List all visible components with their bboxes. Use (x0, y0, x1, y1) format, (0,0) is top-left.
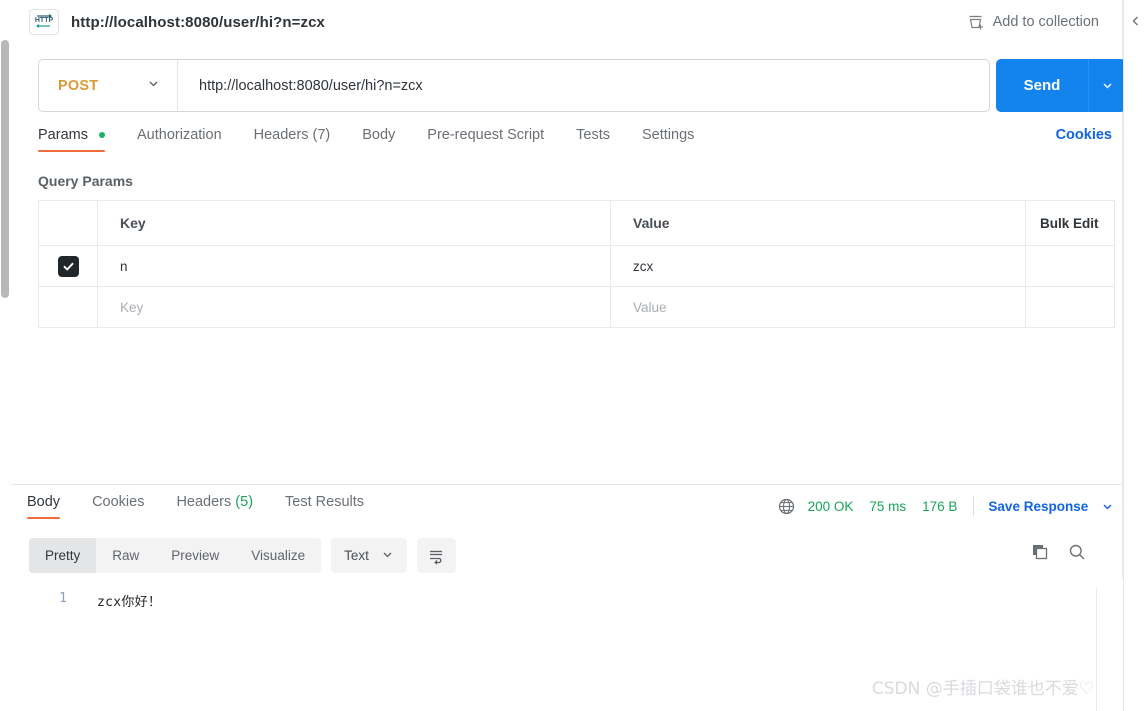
response-type-select[interactable]: Text (331, 538, 407, 573)
add-to-collection-label: Add to collection (992, 14, 1099, 30)
response-type-label: Text (344, 548, 369, 563)
response-tab-cookies[interactable]: Cookies (92, 494, 144, 519)
response-format-toolbar: Pretty Raw Preview Visualize Text (29, 538, 456, 573)
chevron-down-icon (381, 548, 394, 564)
tab-settings[interactable]: Settings (642, 127, 694, 152)
empty-row-bulk-cell (1025, 286, 1115, 328)
new-param-key-input[interactable]: Key (98, 300, 610, 315)
response-size: 176 B (922, 498, 958, 514)
segment-preview[interactable]: Preview (155, 538, 235, 573)
url-input[interactable]: http://localhost:8080/user/hi?n=zcx (178, 60, 989, 111)
table-row-empty: Key Value (38, 286, 1115, 328)
http-protocol-icon: HTTP (29, 9, 59, 35)
left-scrollbar-thumb[interactable] (1, 40, 9, 298)
row-key-cell[interactable]: n (97, 245, 611, 287)
http-method-label: POST (58, 77, 99, 94)
pane-divider[interactable] (11, 484, 1123, 485)
empty-row-value-cell[interactable]: Value (610, 286, 1026, 328)
param-key-input[interactable]: n (98, 259, 610, 274)
response-body-text: zcx你好！ (97, 595, 162, 610)
save-response-label: Save Response (988, 498, 1089, 514)
http-method-selector[interactable]: POST (39, 60, 178, 111)
chevron-down-icon (147, 77, 160, 95)
column-header-key: Key (120, 215, 146, 231)
row-checkbox-cell (38, 245, 98, 287)
new-param-value-input[interactable]: Value (611, 300, 1025, 315)
row-bulk-cell (1025, 245, 1115, 287)
copy-icon[interactable] (1031, 543, 1049, 561)
table-row: n zcx (38, 245, 1115, 287)
params-modified-dot (99, 132, 105, 139)
postman-window: HTTP http://localhost:8080/user/hi?n=zcx (0, 0, 1147, 711)
status-badge: 200 OK (807, 498, 854, 514)
svg-text:HTTP: HTTP (35, 17, 54, 24)
response-time: 75 ms (869, 498, 907, 514)
empty-row-checkbox-cell (38, 286, 98, 328)
tab-headers-label: Headers (253, 127, 309, 143)
meta-separator (973, 496, 975, 516)
save-to-collection-icon (967, 14, 984, 31)
csdn-watermark: CSDN @手插口袋谁也不爱♡ (871, 679, 1094, 699)
query-params-title: Query Params (38, 173, 133, 189)
save-response-button[interactable]: Save Response (988, 499, 1114, 514)
right-sidebar-rail (1123, 0, 1147, 711)
response-view-segments: Pretty Raw Preview Visualize (29, 538, 322, 573)
chevron-down-icon[interactable] (1101, 500, 1114, 513)
tab-params[interactable]: Params (38, 127, 105, 152)
param-value-input[interactable]: zcx (611, 259, 1025, 274)
send-button[interactable]: Send (996, 59, 1088, 112)
response-tab-headers-count: (5) (235, 494, 254, 510)
response-scroll-track[interactable] (1096, 588, 1097, 711)
column-header-value: Value (633, 215, 670, 231)
request-tabs: Params Authorization Headers (7) Body Pr… (38, 127, 1123, 159)
word-wrap-icon[interactable] (416, 538, 456, 573)
tab-headers[interactable]: Headers (7) (254, 127, 331, 152)
page-title: http://localhost:8080/user/hi?n=zcx (71, 13, 325, 31)
header-cell-bulk-edit[interactable]: Bulk Edit (1025, 200, 1115, 246)
line-number: 1 (59, 591, 67, 606)
query-params-table: Key Value Bulk Edit n zcx Key Value (38, 200, 1115, 328)
response-tabs: Body Cookies Headers (5) Test Results (27, 494, 396, 524)
response-actions (1031, 543, 1086, 561)
param-enabled-checkbox[interactable] (57, 255, 79, 277)
row-value-cell[interactable]: zcx (610, 245, 1026, 287)
header-cell-value: Value (610, 200, 1026, 246)
code-line: 1 zcx你好！ (11, 578, 1123, 610)
left-scrollbar-track[interactable] (0, 0, 11, 711)
tab-params-label: Params (38, 127, 88, 143)
response-tab-headers-label: Headers (176, 494, 232, 510)
tab-headers-count: (7) (312, 127, 331, 143)
tab-authorization[interactable]: Authorization (137, 127, 222, 152)
chevron-left-icon[interactable] (1130, 14, 1142, 26)
send-button-group: Send (996, 59, 1126, 112)
search-icon[interactable] (1068, 543, 1086, 561)
cookies-link[interactable]: Cookies (1056, 127, 1112, 143)
response-meta: 200 OK 75 ms 176 B Save Response (778, 496, 1114, 516)
header-cell-key: Key (97, 200, 611, 246)
table-header-row: Key Value Bulk Edit (38, 200, 1115, 246)
response-tab-body[interactable]: Body (27, 494, 61, 519)
empty-row-key-cell[interactable]: Key (97, 286, 611, 328)
tab-tests[interactable]: Tests (576, 127, 610, 152)
segment-pretty[interactable]: Pretty (29, 538, 97, 573)
tab-body[interactable]: Body (362, 127, 395, 152)
bulk-edit-button[interactable]: Bulk Edit (1026, 216, 1114, 231)
url-bar: POST http://localhost:8080/user/hi?n=zcx (38, 59, 990, 112)
checkbox-wrapper (39, 255, 97, 277)
main-content: HTTP http://localhost:8080/user/hi?n=zcx (11, 0, 1126, 711)
response-tab-headers[interactable]: Headers (5) (176, 494, 253, 519)
tab-pre-request-script[interactable]: Pre-request Script (427, 127, 544, 152)
segment-raw[interactable]: Raw (96, 538, 155, 573)
send-options-chevron-down-icon[interactable] (1088, 59, 1126, 112)
globe-icon (778, 498, 795, 515)
response-tab-test-results[interactable]: Test Results (285, 494, 364, 519)
header-cell-checkbox (38, 200, 98, 246)
request-header-bar: HTTP http://localhost:8080/user/hi?n=zcx (11, 0, 1123, 44)
segment-visualize[interactable]: Visualize (235, 538, 321, 573)
add-to-collection-button[interactable]: Add to collection (967, 14, 1123, 31)
